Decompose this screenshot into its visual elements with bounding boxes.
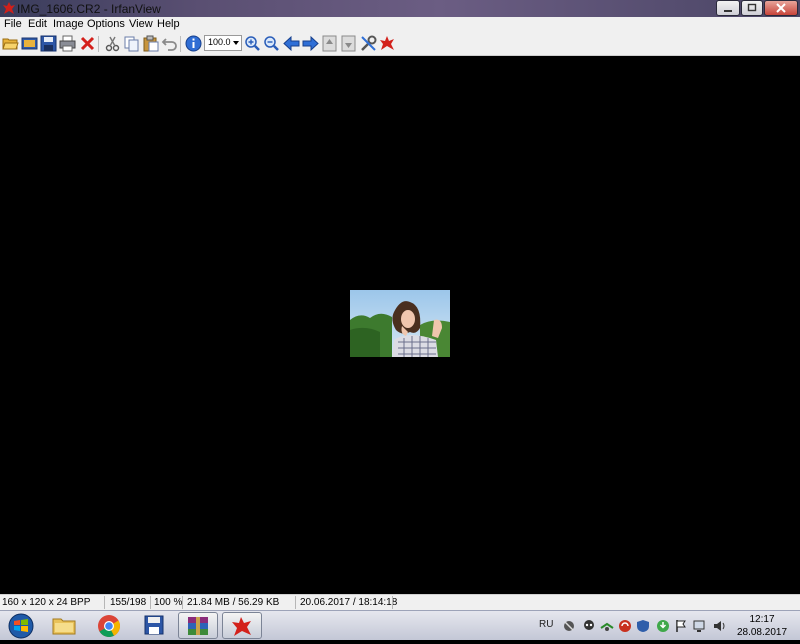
irfanview-logo-icon — [2, 1, 16, 15]
status-bar: 160 x 120 x 24 BPP 155/198 100 % 21.84 M… — [0, 594, 800, 610]
open-folder-icon[interactable] — [2, 35, 19, 52]
zoom-out-icon[interactable] — [263, 35, 280, 52]
menu-view[interactable]: View — [129, 18, 153, 30]
tray-app-icon[interactable] — [562, 619, 576, 633]
start-button[interactable] — [4, 613, 38, 639]
chevron-down-icon — [233, 41, 239, 45]
taskbar-explorer[interactable] — [44, 612, 84, 639]
winrar-icon — [188, 617, 208, 635]
toolbar-separator — [98, 36, 99, 52]
cut-icon[interactable] — [104, 35, 121, 52]
print-icon[interactable] — [59, 35, 76, 52]
delete-icon[interactable] — [79, 35, 96, 52]
previous-arrow-icon[interactable] — [283, 35, 300, 52]
displayed-photo — [350, 290, 450, 357]
menu-options[interactable]: Options — [87, 18, 125, 30]
paste-icon[interactable] — [142, 35, 159, 52]
last-image-icon[interactable] — [340, 35, 357, 52]
status-divider — [392, 596, 393, 609]
floppy-icon — [144, 615, 164, 635]
tray-network-icon[interactable] — [600, 619, 614, 633]
clock-time: 12:17 — [749, 614, 775, 625]
status-divider — [104, 596, 105, 609]
taskbar-winrar[interactable] — [178, 612, 218, 639]
image-dimensions: 160 x 120 x 24 BPP — [2, 597, 91, 608]
slideshow-icon[interactable] — [21, 35, 38, 52]
zoom-value: 100.0 — [208, 37, 231, 47]
toolbar-separator — [180, 36, 181, 52]
title-bar: IMG_1606.CR2 - IrfanView — [0, 0, 800, 17]
toolbar: 100.0 — [0, 32, 800, 56]
taskbar-save-app[interactable] — [134, 612, 174, 639]
file-size: 21.84 MB / 56.29 KB — [187, 597, 280, 608]
tray-antivirus-icon[interactable] — [618, 619, 632, 633]
tray-shield-icon[interactable] — [636, 619, 650, 633]
tray-skull-icon[interactable] — [582, 619, 596, 633]
undo-icon[interactable] — [161, 35, 178, 52]
menu-help[interactable]: Help — [157, 18, 180, 30]
irfanview-about-icon[interactable] — [379, 35, 396, 52]
maximize-button[interactable] — [741, 0, 763, 16]
folder-icon — [52, 618, 76, 635]
zoom-in-icon[interactable] — [244, 35, 261, 52]
status-divider — [150, 596, 151, 609]
status-divider — [295, 596, 296, 609]
properties-tools-icon[interactable] — [360, 35, 377, 52]
volume-icon[interactable] — [712, 619, 726, 633]
language-indicator[interactable]: RU — [539, 619, 553, 630]
action-center-flag-icon[interactable] — [674, 619, 688, 633]
taskbar: RU 12:17 28.08.2017 — [0, 610, 800, 640]
first-image-icon[interactable] — [321, 35, 338, 52]
menu-edit[interactable]: Edit — [28, 18, 47, 30]
close-button[interactable] — [764, 0, 798, 16]
clock-date: 28.08.2017 — [736, 627, 788, 638]
window-title: IMG_1606.CR2 - IrfanView — [17, 2, 161, 16]
network-monitor-icon[interactable] — [692, 619, 706, 633]
minimize-button[interactable] — [716, 0, 740, 16]
next-arrow-icon[interactable] — [302, 35, 319, 52]
irfanview-icon — [232, 617, 251, 636]
image-viewport[interactable] — [0, 56, 800, 594]
taskbar-irfanview[interactable] — [222, 612, 262, 639]
chrome-icon — [98, 615, 120, 637]
tray-update-icon[interactable] — [656, 619, 670, 633]
save-icon[interactable] — [40, 35, 57, 52]
status-divider — [182, 596, 183, 609]
menu-image[interactable]: Image — [53, 18, 84, 30]
menu-file[interactable]: File — [4, 18, 22, 30]
menu-bar: File Edit Image Options View Help — [0, 17, 800, 32]
info-icon[interactable] — [185, 35, 202, 52]
zoom-level: 100 % — [154, 597, 183, 608]
system-clock[interactable]: 12:17 28.08.2017 — [732, 613, 792, 639]
zoom-select[interactable]: 100.0 — [204, 35, 242, 51]
file-datetime: 20.06.2017 / 18:14:18 — [300, 597, 398, 608]
image-index: 155/198 — [110, 597, 147, 608]
taskbar-chrome[interactable] — [89, 612, 129, 639]
copy-icon[interactable] — [123, 35, 140, 52]
